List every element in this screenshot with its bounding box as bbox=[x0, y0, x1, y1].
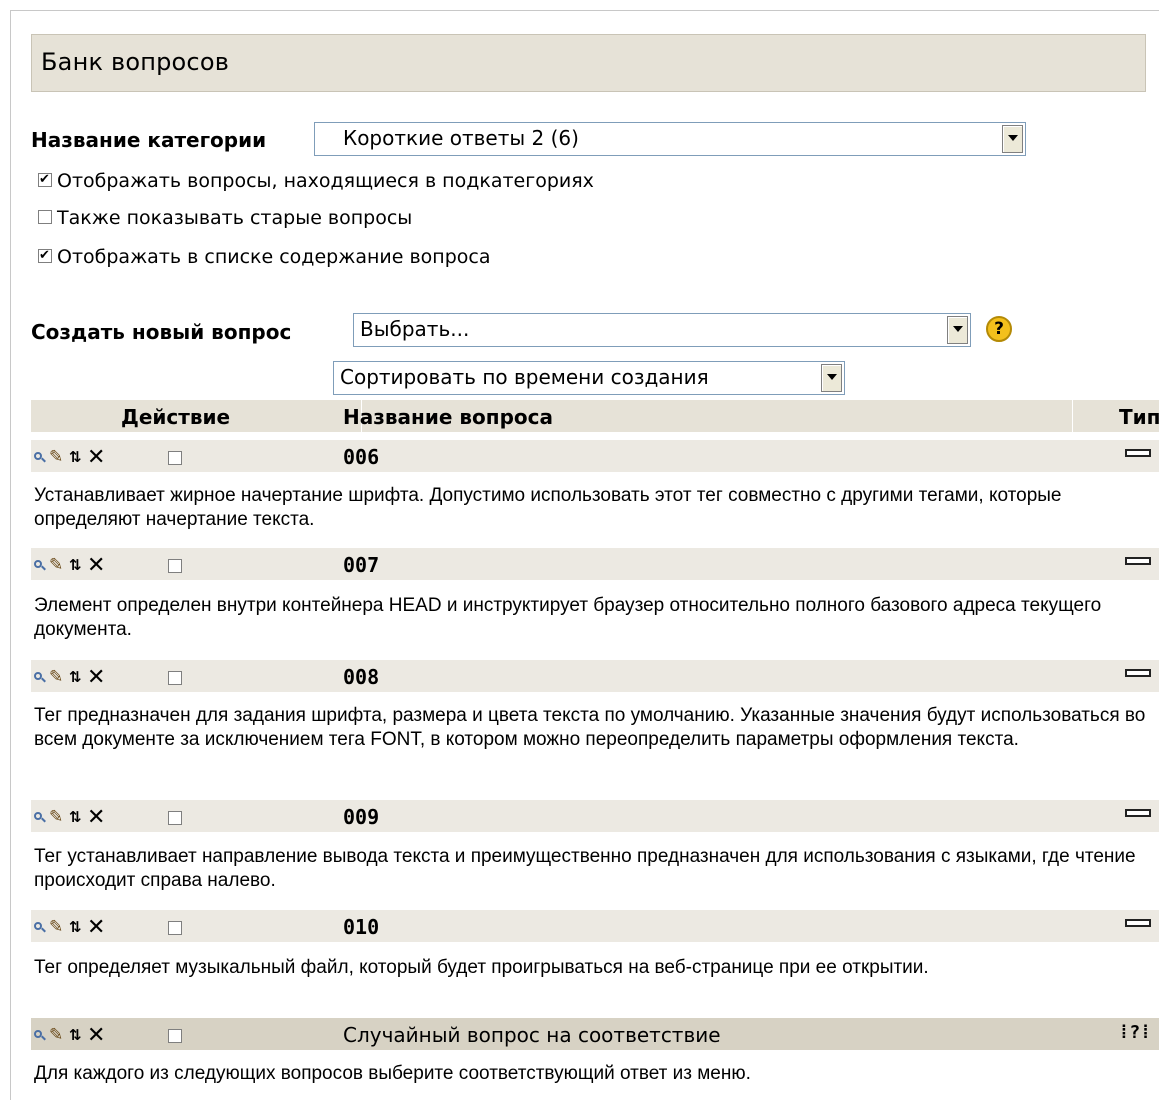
option-checkbox-subcategories[interactable] bbox=[38, 170, 52, 190]
move-icon[interactable]: ⇅ bbox=[69, 556, 82, 574]
edit-icon[interactable]: ✎ bbox=[49, 917, 63, 937]
table-row: ✎ ⇅ ✕ 009 bbox=[31, 800, 1159, 832]
question-description: Тег определяет музыкальный файл, который… bbox=[34, 957, 929, 978]
short-answer-icon bbox=[1125, 809, 1151, 817]
delete-icon[interactable]: ✕ bbox=[87, 553, 105, 578]
move-icon[interactable]: ⇅ bbox=[69, 1026, 82, 1044]
chevron-down-icon[interactable] bbox=[821, 364, 842, 392]
delete-icon[interactable]: ✕ bbox=[87, 665, 105, 690]
table-row: ✎ ⇅ ✕ 010 bbox=[31, 910, 1159, 942]
short-answer-icon bbox=[1125, 557, 1151, 565]
edit-icon[interactable]: ✎ bbox=[49, 807, 63, 827]
category-select-value: Короткие ответы 2 (6) bbox=[343, 126, 579, 150]
preview-icon[interactable] bbox=[33, 557, 45, 569]
row-select-checkbox[interactable] bbox=[168, 921, 182, 935]
table-row: ✎ ⇅ ✕ 006 bbox=[31, 440, 1159, 472]
sort-select-value: Сортировать по времени создания bbox=[340, 365, 709, 389]
sort-select[interactable]: Сортировать по времени создания bbox=[333, 361, 845, 395]
delete-icon[interactable]: ✕ bbox=[87, 1023, 105, 1048]
option-label-subcategories: Отображать вопросы, находящиеся в подкат… bbox=[57, 170, 594, 192]
create-question-label: Создать новый вопрос bbox=[31, 320, 292, 344]
question-description: Тег предназначен для задания шрифта, раз… bbox=[34, 705, 1146, 750]
preview-icon[interactable] bbox=[33, 1027, 45, 1039]
question-name: 007 bbox=[343, 553, 380, 577]
preview-icon[interactable] bbox=[33, 809, 45, 821]
page-heading-box: Банк вопросов bbox=[31, 34, 1146, 92]
question-name: 009 bbox=[343, 805, 380, 829]
edit-icon[interactable]: ✎ bbox=[49, 1025, 63, 1045]
row-select-checkbox[interactable] bbox=[168, 559, 182, 573]
column-divider bbox=[1072, 400, 1073, 432]
random-match-icon: ⁞?⁞ bbox=[1118, 1022, 1151, 1043]
preview-icon[interactable] bbox=[33, 449, 45, 461]
option-checkbox-old-questions[interactable] bbox=[38, 210, 52, 224]
short-answer-icon bbox=[1125, 919, 1151, 927]
delete-icon[interactable]: ✕ bbox=[87, 915, 105, 940]
option-label-old-questions: Также показывать старые вопросы bbox=[57, 207, 413, 229]
row-select-checkbox[interactable] bbox=[168, 451, 182, 465]
row-select-checkbox[interactable] bbox=[168, 1029, 182, 1043]
edit-icon[interactable]: ✎ bbox=[49, 555, 63, 575]
page-title: Банк вопросов bbox=[41, 48, 230, 76]
question-description: Элемент определен внутри контейнера HEAD… bbox=[34, 595, 1102, 640]
question-name: 008 bbox=[343, 665, 380, 689]
column-header-name[interactable]: Название вопроса bbox=[343, 405, 553, 429]
preview-icon[interactable] bbox=[33, 919, 45, 931]
question-name: 006 bbox=[343, 445, 380, 469]
chevron-down-icon[interactable] bbox=[947, 316, 968, 344]
create-question-select[interactable]: Выбрать... bbox=[353, 313, 971, 347]
move-icon[interactable]: ⇅ bbox=[69, 448, 82, 466]
question-description: Устанавливает жирное начертание шрифта. … bbox=[34, 485, 1062, 530]
category-label: Название категории bbox=[31, 128, 267, 152]
questions-table-header: Действие Название вопроса Тип bbox=[31, 400, 1159, 432]
row-select-checkbox[interactable] bbox=[168, 671, 182, 685]
delete-icon[interactable]: ✕ bbox=[87, 445, 105, 470]
help-icon[interactable]: ? bbox=[986, 316, 1012, 342]
create-question-select-value: Выбрать... bbox=[360, 317, 470, 341]
question-description: Тег устанавливает направление вывода тек… bbox=[34, 846, 1136, 891]
column-header-action: Действие bbox=[121, 405, 231, 429]
move-icon[interactable]: ⇅ bbox=[69, 668, 82, 686]
question-name: 010 bbox=[343, 915, 380, 939]
column-header-type: Тип bbox=[1119, 405, 1159, 429]
move-icon[interactable]: ⇅ bbox=[69, 808, 82, 826]
table-row: ✎ ⇅ ✕ Случайный вопрос на соответствие ⁞… bbox=[31, 1018, 1159, 1050]
option-label-show-text: Отображать в списке содержание вопроса bbox=[57, 246, 491, 268]
question-description: Для каждого из следующих вопросов выбери… bbox=[34, 1063, 751, 1084]
move-icon[interactable]: ⇅ bbox=[69, 918, 82, 936]
question-name: Случайный вопрос на соответствие bbox=[343, 1023, 721, 1047]
edit-icon[interactable]: ✎ bbox=[49, 667, 63, 687]
short-answer-icon bbox=[1125, 669, 1151, 677]
edit-icon[interactable]: ✎ bbox=[49, 447, 63, 467]
chevron-down-icon[interactable] bbox=[1002, 125, 1023, 153]
option-checkbox-show-text[interactable] bbox=[38, 246, 52, 266]
short-answer-icon bbox=[1125, 449, 1151, 457]
table-row: ✎ ⇅ ✕ 007 bbox=[31, 548, 1159, 580]
category-select[interactable]: Короткие ответы 2 (6) bbox=[314, 122, 1026, 156]
delete-icon[interactable]: ✕ bbox=[87, 805, 105, 830]
preview-icon[interactable] bbox=[33, 669, 45, 681]
row-select-checkbox[interactable] bbox=[168, 811, 182, 825]
table-row: ✎ ⇅ ✕ 008 bbox=[31, 660, 1159, 692]
